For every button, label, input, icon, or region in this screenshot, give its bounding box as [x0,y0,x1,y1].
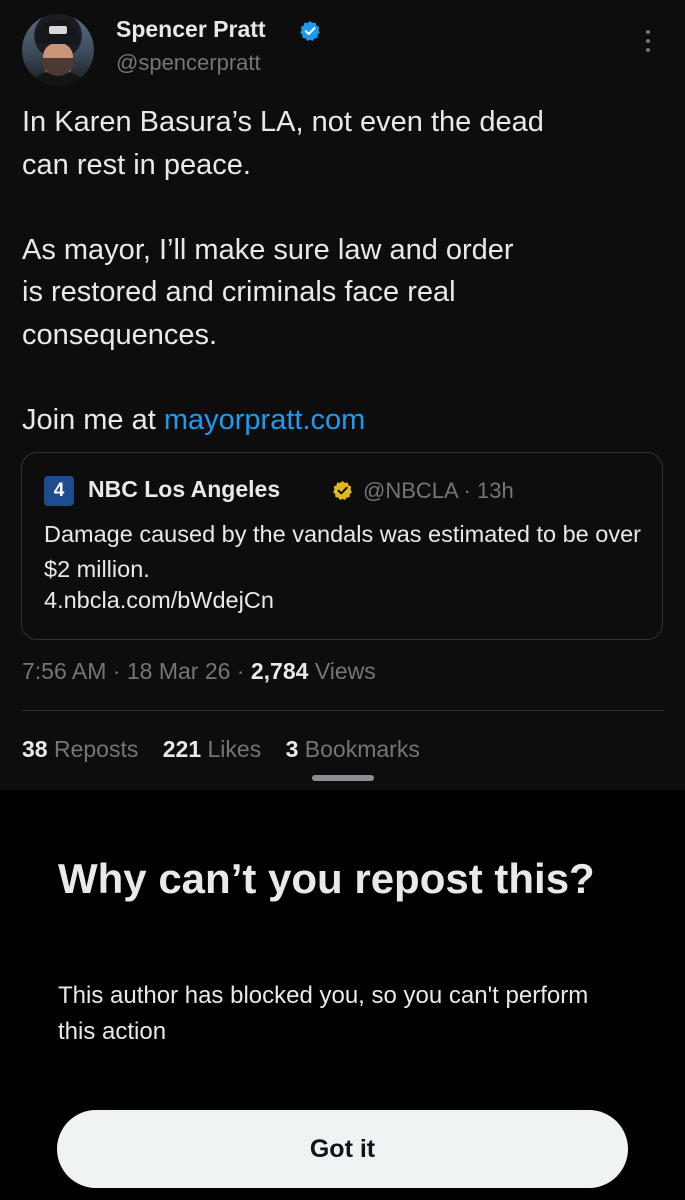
verified-gold-badge-icon [333,480,352,501]
quote-tweet-card[interactable]: 4 NBC Los Angeles @NBCLA · 13h Damage ca… [21,452,663,640]
likes-stat[interactable]: 221 Likes [163,736,261,762]
sheet-body: This author has blocked you, so you can'… [58,982,589,1045]
tweet-cta: Join me at mayorpratt.com [22,399,652,442]
tweet-timestamp: 7:56 AM · 18 Mar 26 · 2,784 Views [22,658,376,684]
quote-time: 13h [477,478,514,503]
quote-display-name[interactable]: NBC Los Angeles [88,476,280,503]
nbc-avatar[interactable]: 4 [44,476,74,506]
quote-url[interactable]: 4.nbcla.com/bWdejCn [44,587,274,614]
tweet-paragraph: As mayor, I’ll make sure law and order i… [22,233,514,351]
verified-badge-icon [300,21,320,41]
cta-prefix: Join me at [22,403,164,436]
tweet-date: 18 Mar 26 [126,658,231,684]
more-vertical-icon[interactable] [644,30,652,56]
sheet-title: Why can’t you repost this? [58,855,595,902]
author-avatar[interactable] [22,14,94,86]
author-display-name[interactable]: Spencer Pratt [116,16,266,43]
author-handle[interactable]: @spencerpratt [116,50,261,76]
views-count: 2,784 [250,658,309,684]
quote-meta: @NBCLA · 13h [363,478,514,503]
quote-text: Damage caused by the vandals was estimat… [44,521,641,582]
got-it-button[interactable]: Got it [57,1110,628,1188]
avatar-hat-logo [49,26,67,34]
engagement-stats: 38 Reposts 221 Likes 3 Bookmarks [22,736,438,763]
cta-link[interactable]: mayorpratt.com [164,404,365,436]
views-label: Views [314,658,376,684]
quote-handle: @NBCLA [363,478,458,503]
reposts-stat[interactable]: 38 Reposts [22,736,138,762]
divider [22,710,664,711]
tweet-paragraph: In Karen Basura’s LA, not even the dead … [22,106,544,181]
sheet-drag-handle[interactable] [312,775,374,781]
tweet-time: 7:56 AM [22,658,107,684]
bookmarks-stat[interactable]: 3 Bookmarks [286,736,420,762]
tweet-text: In Karen Basura’s LA, not even the dead … [22,101,652,441]
